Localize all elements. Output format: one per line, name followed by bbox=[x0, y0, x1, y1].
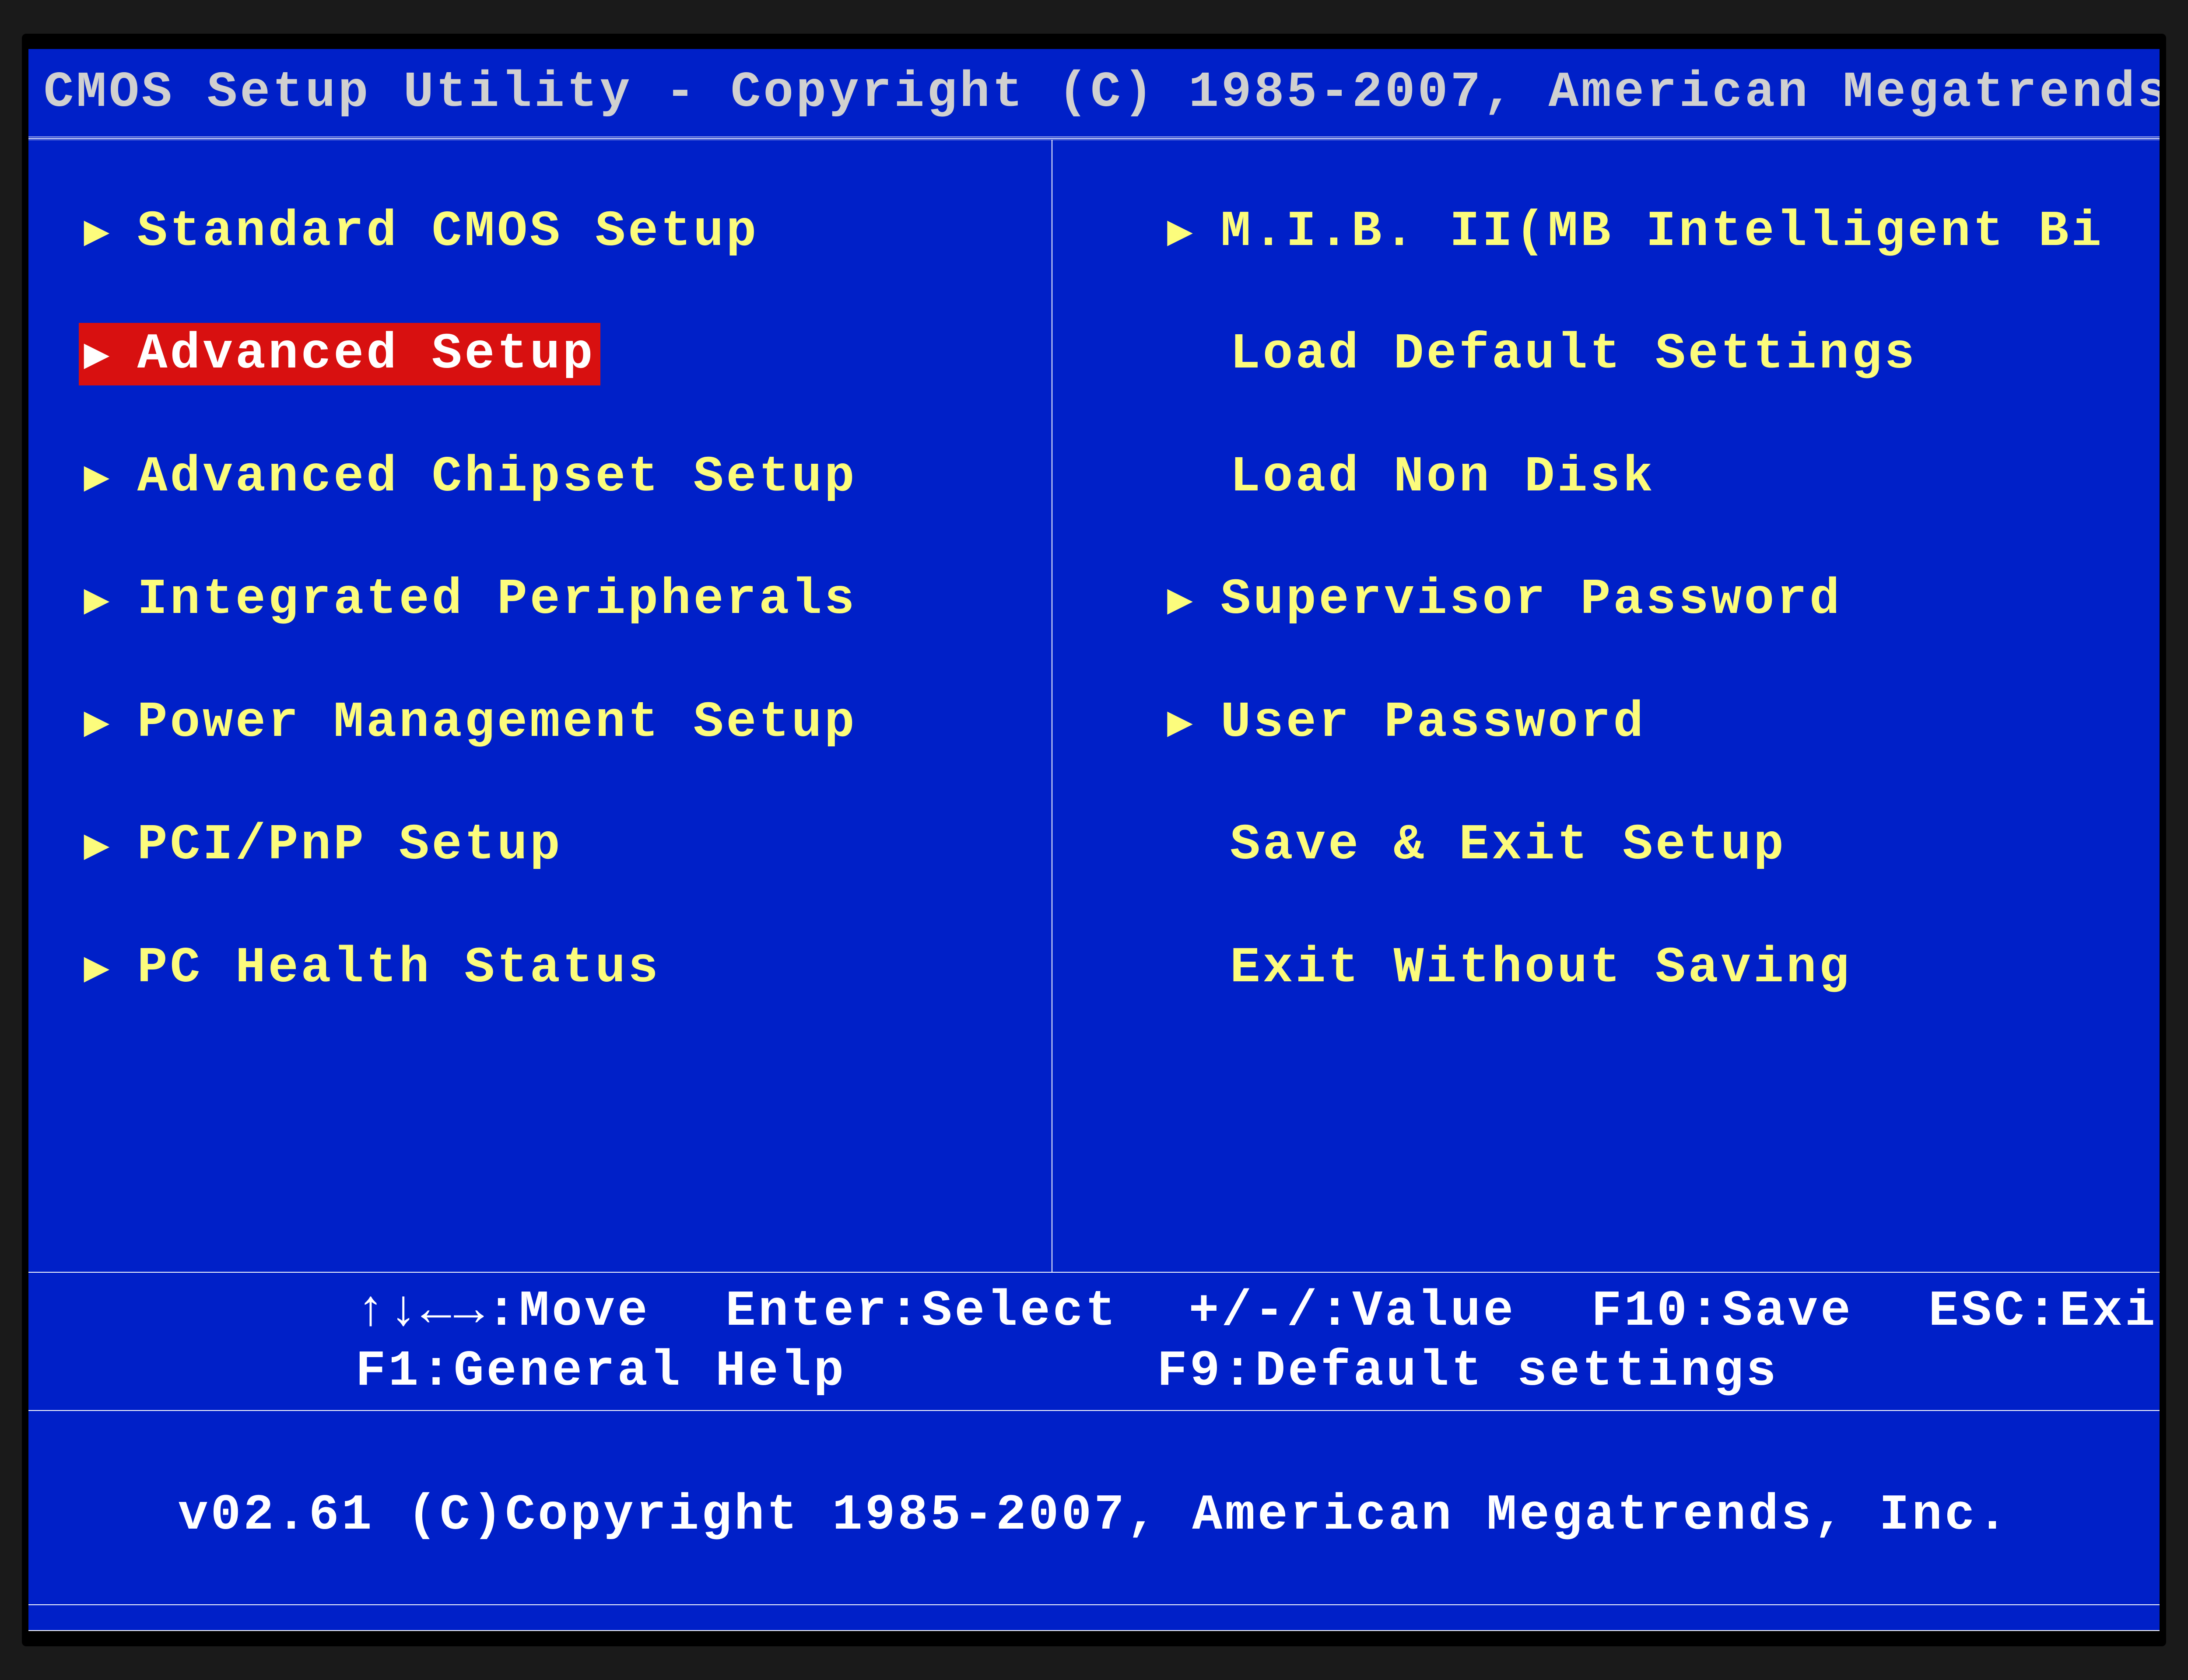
menu-item[interactable]: ▶ PC Health Status bbox=[79, 937, 666, 999]
help-value: +/-/:Value bbox=[1189, 1283, 1516, 1340]
menu-item[interactable]: Save & Exit Setup bbox=[1162, 814, 1792, 876]
triangle-right-icon: ▶ bbox=[84, 819, 112, 872]
menu-item-label: Advanced Setup bbox=[137, 326, 596, 383]
help-bar: ↑↓←→:Move Enter:Select +/-/:Value F10:Sa… bbox=[28, 1272, 2160, 1411]
menu-item-label: Power Management Setup bbox=[137, 694, 857, 751]
triangle-right-icon: ▶ bbox=[84, 328, 112, 381]
triangle-right-icon: ▶ bbox=[84, 942, 112, 994]
menu-item[interactable]: ▶ PCI/PnP Setup bbox=[79, 814, 568, 876]
triangle-right-icon: ▶ bbox=[84, 574, 112, 626]
help-select: Enter:Select bbox=[726, 1283, 1118, 1340]
title-bar: CMOS Setup Utility - Copyright (C) 1985-… bbox=[28, 49, 2160, 136]
menu-item[interactable]: Load Default Settings bbox=[1162, 323, 1922, 385]
menu-item[interactable]: Load Non Disk bbox=[1162, 446, 1661, 508]
menu-item-label: Standard CMOS Setup bbox=[137, 203, 759, 260]
triangle-right-icon: ▶ bbox=[84, 696, 112, 749]
triangle-right-icon: ▶ bbox=[84, 451, 112, 503]
menu-item-label: Exit Without Saving bbox=[1230, 939, 1851, 997]
menu-item-label: Load Non Disk bbox=[1230, 448, 1655, 506]
help-exit: ESC:Exit bbox=[1929, 1283, 2160, 1340]
divider-top bbox=[28, 136, 2160, 140]
triangle-right-icon: ▶ bbox=[84, 205, 112, 258]
bios-screen: CMOS Setup Utility - Copyright (C) 1985-… bbox=[28, 49, 2160, 1631]
help-move: ↑↓←→:Move bbox=[356, 1283, 650, 1340]
menu-item-label: PC Health Status bbox=[137, 939, 661, 997]
menu-item-label: Integrated Peripherals bbox=[137, 571, 857, 628]
triangle-right-icon: ▶ bbox=[1167, 696, 1196, 749]
menu-item-label: M.I.B. II(MB Intelligent Bi bbox=[1220, 203, 2104, 260]
footer: v02.61 (C)Copyright 1985-2007, American … bbox=[28, 1411, 2160, 1631]
menu-item[interactable]: ▶ Supervisor Password bbox=[1162, 568, 1848, 631]
menu-item[interactable]: ▶ Integrated Peripherals bbox=[79, 568, 862, 631]
help-row-2: F1:General Help F9:Default settings bbox=[28, 1343, 2160, 1400]
menu-item[interactable]: ▶ Advanced Chipset Setup bbox=[79, 446, 862, 508]
menu-item[interactable]: ▶ M.I.B. II(MB Intelligent Bi bbox=[1162, 200, 2109, 263]
help-row-1: ↑↓←→:Move Enter:Select +/-/:Value F10:Sa… bbox=[28, 1283, 2160, 1340]
menu-item[interactable]: ▶ Advanced Setup bbox=[79, 323, 600, 385]
menu-item-label: Advanced Chipset Setup bbox=[137, 448, 857, 506]
menu-item-label: User Password bbox=[1220, 694, 1646, 751]
menu-item-label: Save & Exit Setup bbox=[1230, 816, 1786, 874]
menu-item[interactable]: Exit Without Saving bbox=[1162, 937, 1857, 999]
menu-item-label: PCI/PnP Setup bbox=[137, 816, 563, 874]
menu-item[interactable]: ▶ Standard CMOS Setup bbox=[79, 200, 764, 263]
help-defaults: F9:Default settings bbox=[1157, 1343, 1778, 1400]
menu-item-label: Supervisor Password bbox=[1220, 571, 1842, 628]
menu-item[interactable]: ▶ User Password bbox=[1162, 691, 1651, 754]
triangle-right-icon: ▶ bbox=[1167, 205, 1196, 258]
menu-column-right: ▶ M.I.B. II(MB Intelligent Bi Load Default… bbox=[1052, 140, 2160, 1272]
menu-column-left: ▶ Standard CMOS Setup ▶ Advanced Setup ▶ Adva… bbox=[28, 140, 1052, 1272]
main-menu: ▶ Standard CMOS Setup ▶ Advanced Setup ▶ Adva… bbox=[28, 140, 2160, 1272]
footer-text: v02.61 (C)Copyright 1985-2007, American … bbox=[28, 1487, 2160, 1605]
triangle-right-icon: ▶ bbox=[1167, 574, 1196, 626]
help-save: F10:Save bbox=[1592, 1283, 1853, 1340]
menu-item[interactable]: ▶ Power Management Setup bbox=[79, 691, 862, 754]
monitor-bezel: CMOS Setup Utility - Copyright (C) 1985-… bbox=[22, 34, 2166, 1646]
menu-item-label: Load Default Settings bbox=[1230, 326, 1917, 383]
help-general: F1:General Help bbox=[356, 1343, 846, 1400]
